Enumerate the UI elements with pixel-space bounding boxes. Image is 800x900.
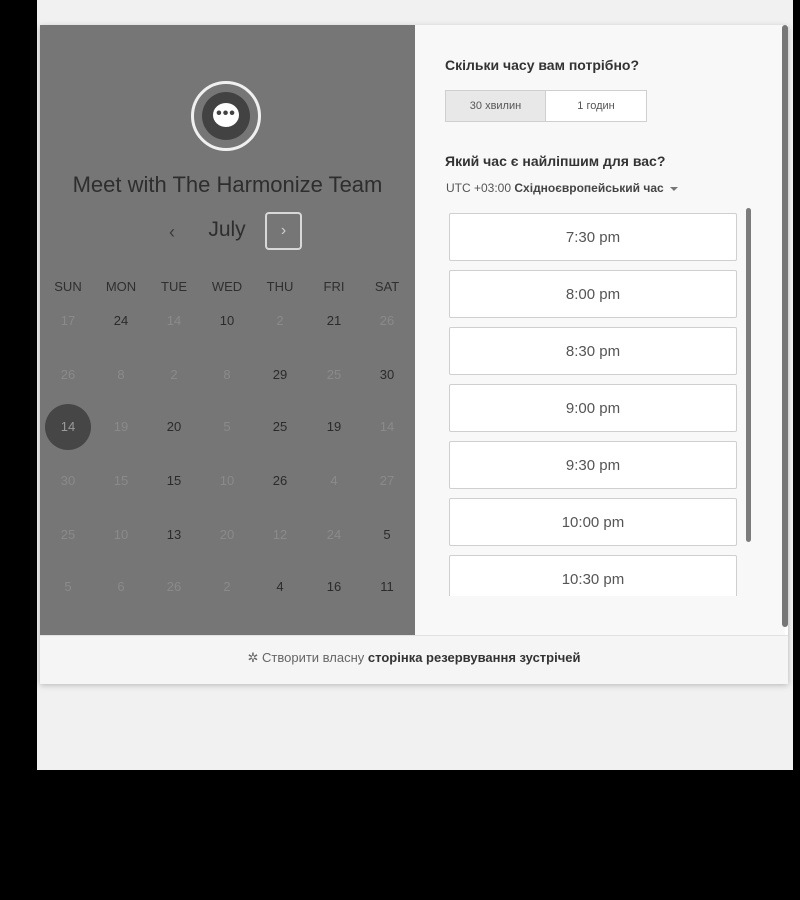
calendar-day: 15 xyxy=(113,473,129,488)
page-title: Meet with The Harmonize Team xyxy=(72,172,383,197)
calendar-day[interactable]: 10 xyxy=(202,310,252,332)
create-booking-page-link[interactable]: сторінка резервування зустрічей xyxy=(368,650,581,665)
calendar-day: 8 xyxy=(117,367,125,382)
calendar-day[interactable]: 29 xyxy=(255,364,305,386)
time-slot-button[interactable]: 7:30 pm xyxy=(449,213,737,261)
calendar-day: 12 xyxy=(272,527,288,542)
calendar-day: 26 xyxy=(166,579,182,594)
chat-bubble-icon: ••• xyxy=(202,92,250,140)
footer-prefix: Створити власну xyxy=(262,650,365,665)
time-slot-list: 7:30 pm 8:00 pm 8:30 pm 9:00 pm 9:30 pm 10:00… xyxy=(446,208,741,596)
calendar-day: 26 xyxy=(60,367,76,382)
month-label: July xyxy=(208,218,246,241)
calendar-day[interactable]: 26 xyxy=(255,470,305,492)
calendar-day: 26 xyxy=(379,313,395,328)
duration-question: Скільки часу вам потрібно? xyxy=(445,57,640,73)
calendar-day[interactable]: 5 xyxy=(362,524,412,546)
duration-1hour-button[interactable]: 1 годин xyxy=(545,90,647,122)
panel-scrollbar[interactable] xyxy=(782,25,788,627)
calendar-day[interactable]: 30 xyxy=(362,364,412,386)
time-slot-button[interactable]: 10:00 pm xyxy=(449,498,737,546)
calendar-day[interactable]: 4 xyxy=(255,576,305,598)
time-slot-button[interactable]: 9:00 pm xyxy=(449,384,737,432)
calendar-day[interactable]: 19 xyxy=(309,416,359,438)
time-question: Який час є найліпшим для вас? xyxy=(445,153,666,169)
calendar-day: 4 xyxy=(330,473,338,488)
timezone-name: Східноєвропейський час xyxy=(514,181,664,195)
next-month-button[interactable]: › xyxy=(265,212,302,250)
weekday-header: MON xyxy=(105,279,137,294)
timezone-offset: UTC +03:00 xyxy=(446,181,512,195)
calendar-day: 14 xyxy=(166,313,182,328)
calendar-day: 2 xyxy=(276,313,284,328)
calendar-day[interactable]: 11 xyxy=(362,576,412,598)
duration-30min-button[interactable]: 30 хвилин xyxy=(445,90,546,122)
calendar-day: 6 xyxy=(117,579,125,594)
calendar-day: 20 xyxy=(219,527,235,542)
weekday-header: THU xyxy=(266,279,294,294)
weekday-header: SUN xyxy=(54,279,82,294)
weekday-header: SAT xyxy=(374,279,400,294)
calendar-day: 30 xyxy=(60,473,76,488)
calendar-day: 19 xyxy=(113,419,129,434)
time-slot-button[interactable]: 8:00 pm xyxy=(449,270,737,318)
calendar-day: 5 xyxy=(64,579,72,594)
weekday-header: WED xyxy=(211,279,243,294)
calendar-day: 5 xyxy=(223,419,231,434)
slot-list-scrollbar[interactable] xyxy=(746,208,751,542)
hubspot-icon: ✲ xyxy=(247,650,259,665)
weekday-header: TUE xyxy=(161,279,187,294)
calendar-day[interactable]: 15 xyxy=(149,470,199,492)
time-slot-button[interactable]: 10:30 pm xyxy=(449,555,737,596)
calendar-day[interactable]: 13 xyxy=(149,524,199,546)
calendar-day: 17 xyxy=(60,313,76,328)
calendar-day: 10 xyxy=(113,527,129,542)
calendar-day: 14 xyxy=(379,419,395,434)
weekday-header: FRI xyxy=(323,279,345,294)
footer: ✲ Створити власну сторінка резервування … xyxy=(40,635,788,684)
calendar-day[interactable]: 24 xyxy=(96,310,146,332)
calendar-day: 25 xyxy=(326,367,342,382)
calendar-day[interactable]: 20 xyxy=(149,416,199,438)
calendar-day[interactable]: 16 xyxy=(309,576,359,598)
calendar-day: 10 xyxy=(219,473,235,488)
calendar-day: 2 xyxy=(223,579,231,594)
calendar-day-selected[interactable]: 14 xyxy=(45,404,91,450)
calendar-day: 27 xyxy=(379,473,395,488)
prev-month-button[interactable]: ‹ xyxy=(157,215,187,249)
calendar-day: 25 xyxy=(60,527,76,542)
calendar-day: 2 xyxy=(170,367,178,382)
time-slot-button[interactable]: 9:30 pm xyxy=(449,441,737,489)
timezone-selector[interactable]: UTC +03:00 Східноєвропейський час xyxy=(446,181,678,195)
calendar-day[interactable]: 21 xyxy=(309,310,359,332)
calendar-day: 24 xyxy=(326,527,342,542)
calendar-day: 8 xyxy=(223,367,231,382)
caret-down-icon xyxy=(669,186,678,191)
company-logo: ••• xyxy=(191,81,261,151)
calendar-day[interactable]: 25 xyxy=(255,416,305,438)
time-slot-button[interactable]: 8:30 pm xyxy=(449,327,737,375)
